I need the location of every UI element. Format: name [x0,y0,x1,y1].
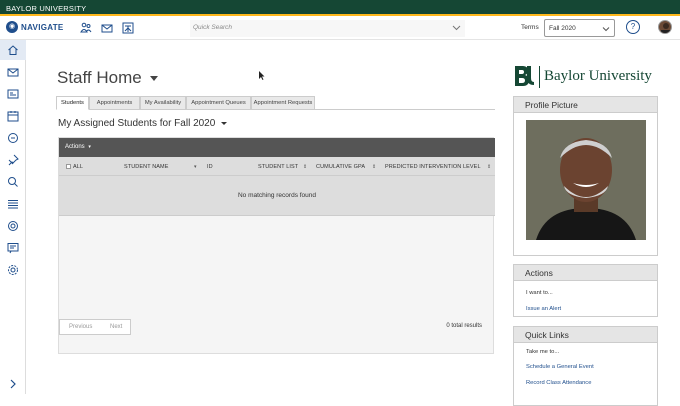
actions-intro: I want to... [526,290,553,296]
university-banner: BAYLOR UNIVERSITY [0,0,680,16]
quick-links-card: Quick Links Take me to... Schedule a Gen… [513,326,658,406]
chevron-down-icon[interactable] [452,23,461,32]
sort-icon[interactable]: ⇕ [303,164,307,170]
sidebar-item-search[interactable] [0,172,26,192]
pin-icon [8,154,19,166]
select-all-checkbox[interactable] [66,164,71,169]
actions-menu-label: Actions [65,144,85,150]
column-cumulative-gpa[interactable]: CUMULATIVE GPA [316,164,365,170]
navigate-brand-label: NAVIGATE [21,22,64,32]
tab-students[interactable]: Students [56,96,89,110]
schedule-general-event-link[interactable]: Schedule a General Event [526,364,594,370]
sidebar-item-students[interactable] [0,84,26,104]
report-icon[interactable] [122,22,134,34]
tab-bar: Students Appointments My Availability Ap… [56,96,495,110]
quick-links-intro: Take me to... [526,349,560,355]
university-banner-title: BAYLOR UNIVERSITY [6,4,87,13]
help-icon[interactable]: ? [626,20,640,34]
pagination: Previous Next [59,319,131,335]
actions-menu[interactable]: Actions ▾ [59,138,495,157]
profile-photo [526,120,646,240]
gear-icon [8,265,18,275]
terms-label: Terms [521,24,539,31]
navigate-logo-icon: ◉ [6,21,18,33]
table-header: ALL STUDENT NAME ▾ ID STUDENT LIST ⇕ CUM… [59,157,495,176]
baylor-logo: Baylor University [513,64,652,89]
mail-icon[interactable] [101,22,113,34]
avatar[interactable] [658,20,672,34]
section-title[interactable]: My Assigned Students for Fall 2020 [58,118,228,129]
navigate-brand[interactable]: ◉ NAVIGATE [6,21,64,33]
actions-card-title: Actions [514,265,657,281]
caret-down-icon: ▾ [88,144,91,150]
sort-icon[interactable]: ▾ [194,164,197,170]
quick-links-title: Quick Links [514,327,657,343]
students-table: Actions ▾ ALL STUDENT NAME ▾ ID STUDENT … [58,137,495,354]
sidebar-item-lists[interactable] [0,194,26,214]
sidebar [0,40,26,394]
sidebar-item-calendar[interactable] [0,106,26,126]
terms-selected-value: Fall 2020 [549,25,576,32]
chevron-down-icon [602,27,610,32]
home-icon [8,45,18,55]
sort-icon[interactable]: ⇕ [487,164,491,170]
profile-picture-card: Profile Picture [513,96,658,256]
page-title-text: Staff Home [57,68,142,87]
logo-divider [539,65,540,88]
column-id[interactable]: ID [207,164,213,170]
target-icon [8,221,18,231]
baylor-bu-mark-icon [515,66,534,86]
quick-search-placeholder: Quick Search [193,24,233,31]
column-student-list[interactable]: STUDENT LIST [258,164,298,170]
issue-alert-link[interactable]: Issue an Alert [526,306,561,312]
column-predicted-intervention-level[interactable]: PREDICTED INTERVENTION LEVEL [385,164,481,170]
mail-icon [7,68,19,77]
sort-icon[interactable]: ⇕ [372,164,376,170]
search-icon [8,177,18,187]
sidebar-item-pins[interactable] [0,150,26,170]
section-title-text: My Assigned Students for Fall 2020 [58,118,216,129]
actions-card: Actions I want to... Issue an Alert [513,264,658,317]
calendar-icon [7,111,19,122]
tab-appointment-requests[interactable]: Appointment Requests [251,96,315,110]
chat-icon [8,133,18,143]
report-icon [7,243,19,254]
chevron-right-icon[interactable] [7,378,19,390]
sidebar-item-messages[interactable] [0,62,26,82]
people-icon[interactable] [80,22,92,34]
terms-select[interactable]: Fall 2020 [544,19,615,37]
quick-search-input[interactable]: Quick Search [190,20,465,37]
record-class-attendance-link[interactable]: Record Class Attendance [526,380,591,386]
tab-appointment-queues[interactable]: Appointment Queues [186,96,251,110]
column-student-name[interactable]: STUDENT NAME [124,164,169,170]
next-page-button[interactable]: Next [110,324,122,330]
total-results: 0 total results [446,323,482,329]
id-card-icon [7,89,19,99]
sidebar-item-campaigns[interactable] [0,216,26,236]
tab-appointments[interactable]: Appointments [89,96,140,110]
sidebar-item-conversations[interactable] [0,128,26,148]
caret-down-icon [149,75,158,81]
sidebar-item-reports[interactable] [0,238,26,258]
baylor-logo-text: Baylor University [544,68,652,84]
sidebar-item-home[interactable] [0,40,26,60]
profile-picture-title: Profile Picture [514,97,657,113]
tab-my-availability[interactable]: My Availability [140,96,186,110]
column-all[interactable]: ALL [73,164,83,170]
previous-page-button[interactable]: Previous [69,324,92,330]
empty-message: No matching records found [59,176,495,216]
mouse-cursor-icon [259,71,265,80]
navbar: ◉ NAVIGATE Quick Search Terms Fall 2020 … [0,18,680,40]
page-title[interactable]: Staff Home [57,68,158,88]
caret-down-icon [221,122,228,125]
sidebar-item-settings[interactable] [0,260,26,280]
list-icon [8,200,18,209]
